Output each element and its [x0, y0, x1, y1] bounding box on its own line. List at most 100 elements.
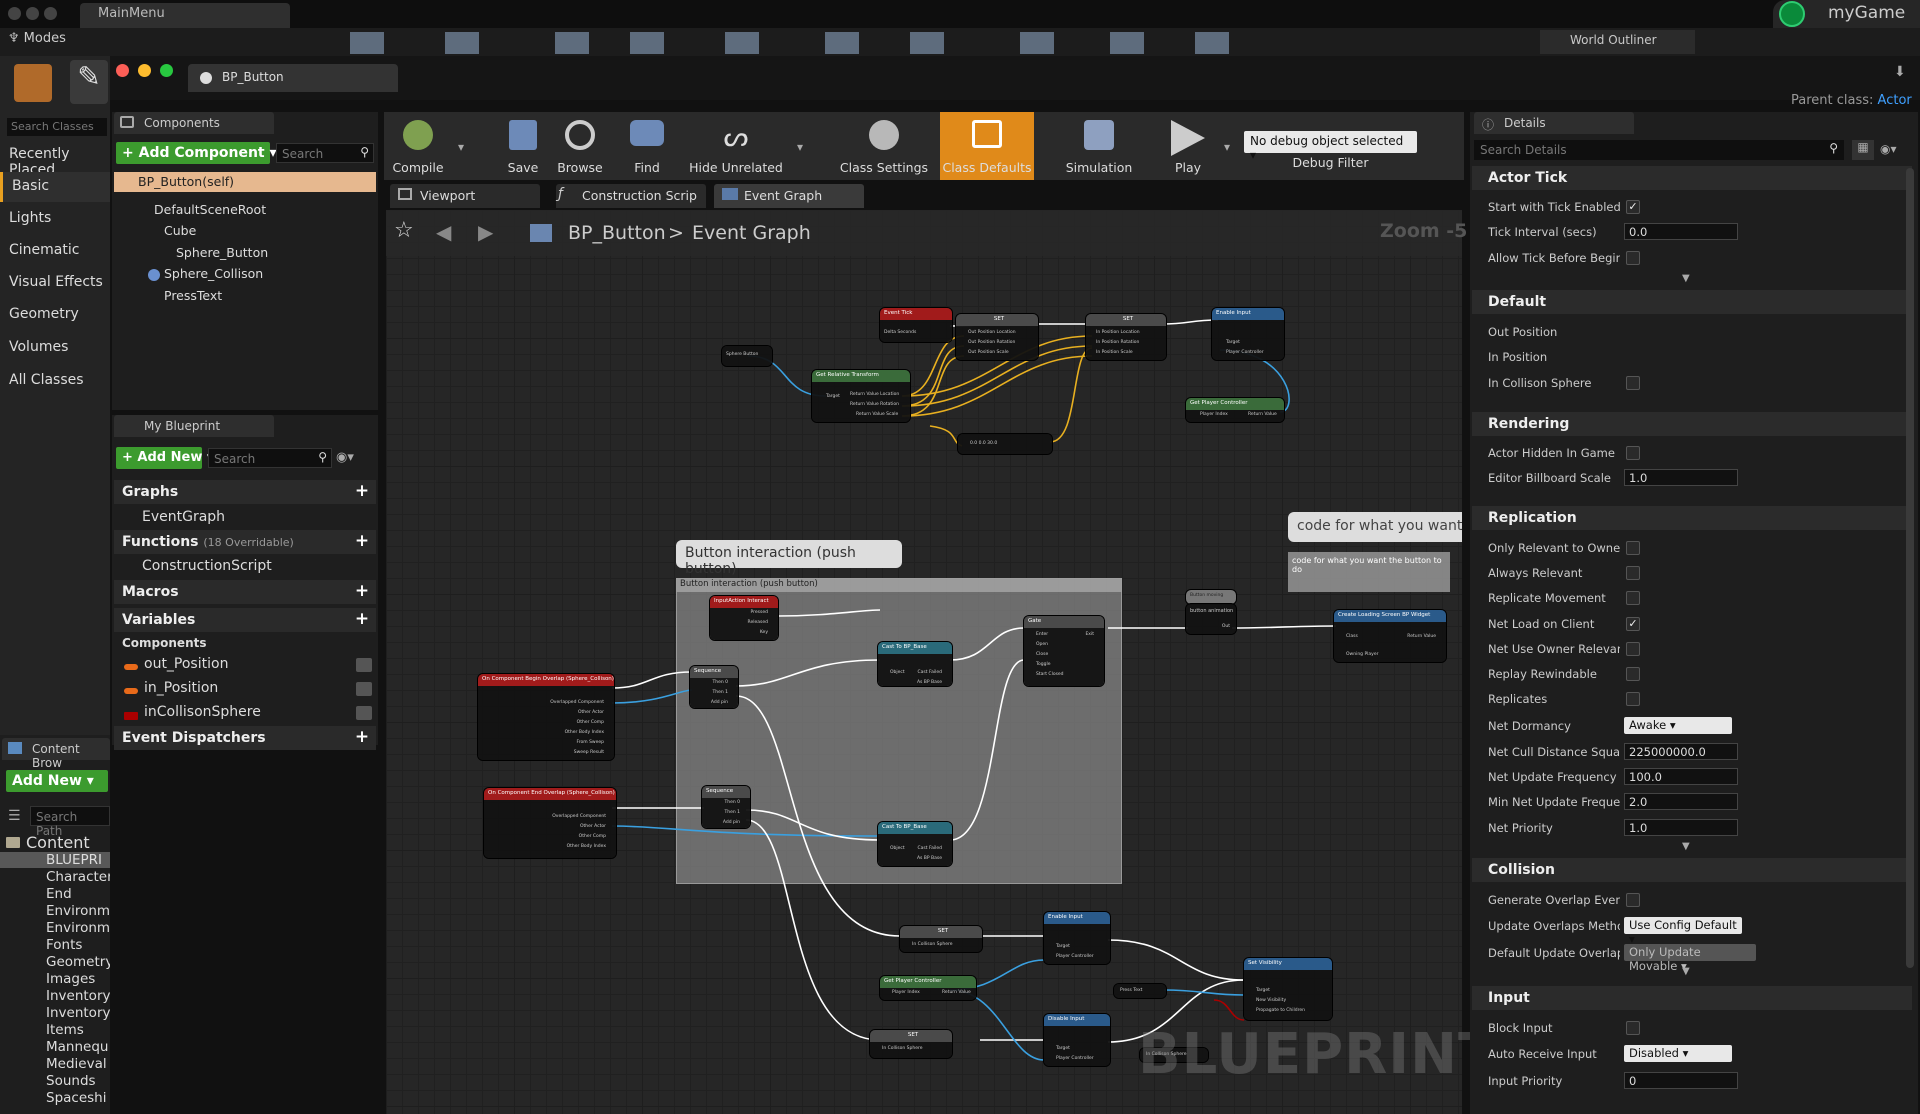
pin-close: Close — [1036, 652, 1049, 657]
pin-object: Object — [890, 670, 905, 675]
details-search-input[interactable]: Search Details ⚲ — [1474, 140, 1844, 160]
prop-out-position[interactable]: Out Position — [1488, 325, 1620, 339]
pin-toggle: Toggle — [1036, 662, 1051, 667]
pin-class: Class — [1346, 634, 1358, 639]
prop-generate-overlap: Generate Overlap Events D — [1488, 893, 1620, 907]
replay-rewindable-checkbox[interactable] — [1626, 667, 1640, 681]
grid-view-icon[interactable]: ▦ — [1852, 140, 1874, 160]
sequence-node-1[interactable]: Sequence Then 0 Then 1 Add pin — [690, 666, 738, 708]
in-collison-sphere-checkbox[interactable] — [1626, 376, 1640, 390]
enable-input-node-top[interactable]: Enable Input Target Player Controller — [1212, 308, 1284, 360]
pin-as-bp-base: As BP Base — [916, 856, 942, 861]
only-relevant-checkbox[interactable] — [1626, 541, 1640, 555]
prop-update-overlaps: Update Overlaps Method D — [1488, 919, 1620, 933]
get-player-controller-node-bottom[interactable]: Get Player Controller Player Index Return … — [880, 976, 976, 1000]
block-input-checkbox[interactable] — [1626, 1021, 1640, 1035]
event-tick-node[interactable]: Event Tick Delta Seconds — [880, 308, 952, 342]
details-scrollbar[interactable] — [1906, 168, 1914, 968]
pin-start-closed: Start Closed — [1036, 672, 1064, 677]
expand-advanced-icon[interactable]: ▼ — [1682, 273, 1694, 284]
get-player-controller-node-top[interactable]: Get Player Controller Player Index Return … — [1186, 398, 1284, 422]
default-update-overlaps-select[interactable]: Only Update Movable ▾ — [1624, 944, 1756, 973]
tick-interval-field[interactable]: 0.0 — [1624, 223, 1738, 240]
net-dormancy-select[interactable]: Awake ▾ — [1624, 717, 1732, 734]
node-title: Get Relative Transform — [812, 370, 910, 382]
node-title: Enable Input — [1044, 912, 1110, 924]
section-input[interactable]: Input — [1472, 986, 1912, 1010]
section-collision[interactable]: Collision — [1472, 858, 1912, 882]
set-out-position-node[interactable]: SET Out Position Location Out Position Rot… — [956, 314, 1038, 360]
section-replication[interactable]: Replication — [1472, 506, 1912, 530]
pin-from-sweep: From Sweep — [576, 740, 604, 745]
details-tab[interactable]: Details — [1474, 112, 1634, 134]
enable-input-node-bottom[interactable]: Enable Input Target Player Controller — [1044, 912, 1110, 964]
pin-add-pin: Add pin — [710, 700, 728, 705]
billboard-scale-field[interactable]: 1.0 — [1624, 469, 1738, 486]
input-action-interact-node[interactable]: InputAction Interact Pressed Released Key — [710, 596, 778, 640]
prop-input-priority: Input Priority — [1488, 1074, 1563, 1088]
cast-to-bp-base-node-2[interactable]: Cast To BP_Base Object Cast Failed As BP Ba… — [878, 822, 952, 866]
start-tick-checkbox[interactable]: ✓ — [1626, 200, 1640, 214]
expand-advanced-icon[interactable]: ▼ — [1682, 966, 1694, 977]
expand-advanced-icon[interactable]: ▼ — [1682, 841, 1694, 852]
node-title: Cast To BP_Base — [878, 822, 952, 834]
button-animation-node[interactable]: button animation Out — [1186, 604, 1236, 634]
section-actor-tick[interactable]: Actor Tick — [1472, 166, 1912, 190]
pin-out-location: Out Position Location — [968, 330, 1016, 335]
on-begin-overlap-node[interactable]: On Component Begin Overlap (Sphere_Colli… — [478, 674, 614, 760]
prop-default-update-overlaps: Default Update Overlaps M — [1488, 946, 1620, 960]
actor-hidden-checkbox[interactable] — [1626, 446, 1640, 460]
replicate-movement-checkbox[interactable] — [1626, 591, 1640, 605]
pin-enter: Enter — [1036, 632, 1049, 637]
allow-tick-checkbox[interactable] — [1626, 251, 1640, 265]
net-priority-field[interactable]: 1.0 — [1624, 819, 1738, 836]
pin-out-scale: Out Position Scale — [968, 350, 1009, 355]
auto-receive-input-select[interactable]: Disabled ▾ — [1624, 1045, 1732, 1062]
sphere-button-node[interactable]: Sphere Button — [722, 346, 772, 366]
make-vector-node[interactable]: 0.0 0.0 30.0 — [958, 434, 1052, 454]
pin-key: Key — [759, 630, 768, 635]
prop-tick-interval: Tick Interval (secs) — [1488, 225, 1597, 239]
node-title: SET — [900, 926, 982, 938]
set-in-collision-node-1[interactable]: SET In Collison Sphere — [900, 926, 982, 952]
net-load-checkbox[interactable]: ✓ — [1626, 617, 1640, 631]
pin-overlapped: Overlapped Component — [550, 700, 604, 705]
generate-overlap-checkbox[interactable] — [1626, 893, 1640, 907]
button-moving-node[interactable]: Button moving — [1186, 590, 1236, 604]
pin-then0: Then 0 — [724, 800, 740, 805]
set-in-position-node[interactable]: SET In Position Location In Position Rotat… — [1086, 314, 1166, 360]
net-use-owner-checkbox[interactable] — [1626, 642, 1640, 656]
prop-in-position[interactable]: In Position — [1488, 350, 1620, 364]
pin-as-bp-base: As BP Base — [916, 680, 942, 685]
prop-actor-hidden: Actor Hidden In Game — [1488, 446, 1615, 460]
set-visibility-node[interactable]: Set Visibility Target New Visibility Propag… — [1244, 958, 1332, 1020]
always-relevant-checkbox[interactable] — [1626, 566, 1640, 580]
input-priority-field[interactable]: 0 — [1624, 1072, 1738, 1089]
node-title: Get Player Controller — [880, 976, 976, 988]
press-text-node[interactable]: Press Text — [1114, 984, 1166, 998]
node-title: InputAction Interact — [710, 596, 778, 608]
cast-to-bp-base-node-1[interactable]: Cast To BP_Base Object Cast Failed As BP Ba… — [878, 642, 952, 686]
section-rendering[interactable]: Rendering — [1472, 412, 1912, 436]
pin-out: Out — [1221, 624, 1230, 629]
pin-overlapped: Overlapped Component — [552, 814, 606, 819]
pin-exit: Exit — [1085, 632, 1094, 637]
details-info-icon: ⓘ — [1482, 118, 1495, 132]
section-default[interactable]: Default — [1472, 290, 1912, 314]
eye-icon[interactable]: ◉▾ — [1880, 142, 1897, 156]
sequence-node-2[interactable]: Sequence Then 0 Then 1 Add pin — [702, 786, 750, 828]
update-overlaps-select[interactable]: Use Config Default ▾ — [1624, 917, 1742, 946]
get-relative-transform-node[interactable]: Get Relative Transform Target Return Value… — [812, 370, 910, 422]
pin-out-rotation: Out Position Rotation — [968, 340, 1016, 345]
net-update-field[interactable]: 100.0 — [1624, 768, 1738, 785]
set-in-collision-node-2[interactable]: SET In Collison Sphere — [870, 1030, 952, 1058]
on-end-overlap-node[interactable]: On Component End Overlap (Sphere_Colliso… — [484, 788, 616, 858]
min-net-update-field[interactable]: 2.0 — [1624, 793, 1738, 810]
net-cull-field[interactable]: 225000000.0 — [1624, 743, 1738, 760]
replicates-checkbox[interactable] — [1626, 692, 1640, 706]
create-widget-node[interactable]: Create Loading Screen BP Widget Class Owni… — [1334, 610, 1446, 662]
disable-input-node[interactable]: Disable Input Target Player Controller — [1044, 1014, 1110, 1066]
gate-node[interactable]: Gate Enter Open Close Toggle Start Closed Exit — [1024, 616, 1104, 686]
pin-return-value: Return Value — [942, 990, 971, 995]
prop-replicates: Replicates — [1488, 692, 1548, 706]
